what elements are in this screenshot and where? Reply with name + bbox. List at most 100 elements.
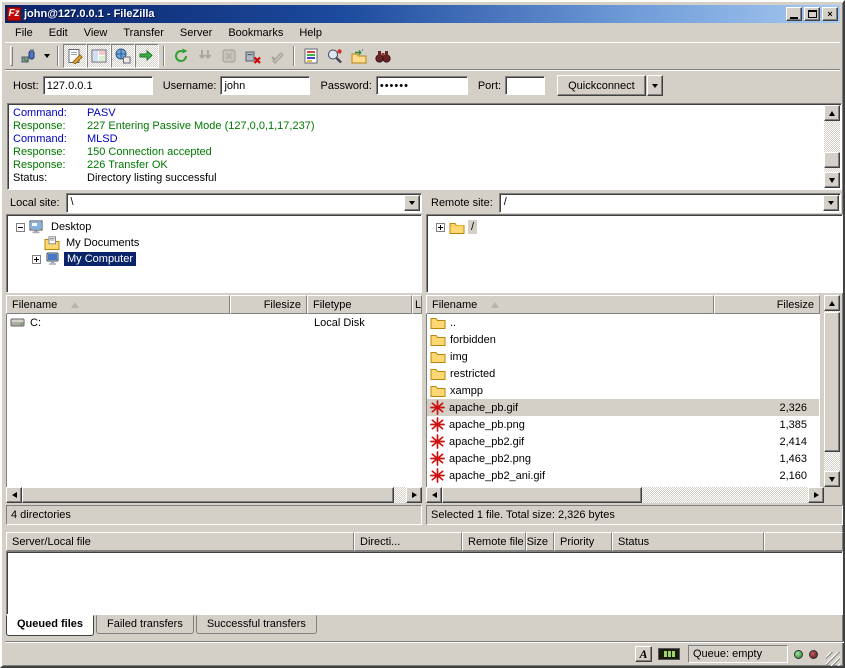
quickconnect-dropdown[interactable]	[647, 75, 663, 96]
remote-file-row[interactable]: restricted	[427, 365, 819, 382]
column-header-size[interactable]: Size	[526, 532, 554, 551]
local-file-row[interactable]: C: Local Disk	[7, 314, 421, 331]
port-input[interactable]	[505, 76, 545, 95]
local-site-combo[interactable]: \	[66, 193, 422, 213]
scroll-left-button[interactable]	[6, 487, 22, 503]
username-label: Username:	[163, 80, 217, 92]
site-manager-dropdown[interactable]	[40, 44, 53, 68]
close-button[interactable]: ×	[822, 7, 838, 21]
refresh-button[interactable]	[169, 44, 193, 68]
tree-item-root[interactable]: /	[428, 219, 841, 235]
toggle-remote-tree-button[interactable]	[111, 44, 135, 68]
column-header-server-local-file[interactable]: Server/Local file	[6, 532, 354, 551]
remote-file-row[interactable]: forbidden	[427, 331, 819, 348]
remote-file-row[interactable]: img	[427, 348, 819, 365]
quickconnect-button[interactable]: Quickconnect	[557, 75, 646, 96]
toolbar-separator	[293, 46, 295, 66]
filter-button[interactable]	[299, 44, 323, 68]
queue-header: Server/Local file Directi... Remote file…	[6, 532, 843, 551]
remote-file-row[interactable]: ..	[427, 314, 819, 331]
column-header-filetype[interactable]: Filetype	[307, 295, 412, 314]
tree-item-my-documents[interactable]: My Documents	[8, 235, 420, 251]
column-header-direction[interactable]: Directi...	[354, 532, 462, 551]
process-queue-button-disabled[interactable]	[193, 44, 217, 68]
tab-queued-files[interactable]: Queued files	[6, 615, 94, 636]
queue-list[interactable]	[6, 551, 843, 615]
column-header-remote-file[interactable]: Remote file	[462, 532, 526, 551]
remote-vscrollbar[interactable]	[824, 295, 840, 487]
local-site-dropdown[interactable]	[404, 195, 420, 211]
tab-failed-transfers[interactable]: Failed transfers	[96, 615, 194, 634]
toggle-queue-button[interactable]	[135, 44, 159, 68]
scroll-thumb[interactable]	[824, 312, 840, 452]
menu-bookmarks[interactable]: Bookmarks	[220, 25, 291, 41]
expand-icon[interactable]	[32, 255, 41, 264]
expand-icon[interactable]	[436, 223, 445, 232]
column-header-filename[interactable]: Filename	[426, 295, 714, 314]
menu-transfer[interactable]: Transfer	[115, 25, 172, 41]
toggle-log-button[interactable]	[63, 44, 87, 68]
scroll-up-button[interactable]	[824, 295, 840, 311]
scroll-up-button[interactable]	[824, 105, 840, 121]
column-header-lastmodified[interactable]: L	[412, 295, 422, 314]
dropdown-arrow-icon	[44, 54, 50, 58]
filetype-cell: Local Disk	[308, 317, 408, 329]
remote-status-text: Selected 1 file. Total size: 2,326 bytes	[431, 509, 615, 521]
toggle-local-tree-button[interactable]	[87, 44, 111, 68]
scroll-down-button[interactable]	[824, 471, 840, 487]
remote-file-row[interactable]: apache_pb2_ani.gif 2,160	[427, 467, 819, 484]
remote-file-row[interactable]: apache_pb.png 1,385	[427, 416, 819, 433]
log-scrollbar[interactable]	[824, 105, 840, 188]
minimize-button[interactable]	[786, 7, 802, 21]
column-header-status[interactable]: Status	[612, 532, 764, 551]
column-header-filesize[interactable]: Filesize	[230, 295, 307, 314]
scroll-thumb[interactable]	[22, 487, 394, 503]
column-header-filename[interactable]: Filename	[6, 295, 230, 314]
process-queue-icon	[197, 48, 213, 64]
scroll-left-button[interactable]	[426, 487, 442, 503]
column-header-empty	[764, 532, 843, 551]
tab-successful-transfers[interactable]: Successful transfers	[196, 615, 317, 634]
remote-site-combo[interactable]: /	[499, 193, 841, 213]
scroll-thumb[interactable]	[442, 487, 642, 503]
column-header-priority[interactable]: Priority	[554, 532, 612, 551]
maximize-button[interactable]	[804, 7, 820, 21]
username-input[interactable]	[220, 76, 310, 95]
menu-view[interactable]: View	[76, 25, 116, 41]
password-input[interactable]	[376, 76, 468, 95]
find-files-button[interactable]	[371, 44, 395, 68]
remote-file-row[interactable]: apache_pb2.png 1,463	[427, 450, 819, 467]
filesize-cell: 2,160	[719, 470, 819, 482]
menu-help[interactable]: Help	[291, 25, 330, 41]
app-icon: Fz	[7, 7, 21, 21]
disconnect-button[interactable]	[241, 44, 265, 68]
scroll-thumb[interactable]	[824, 152, 840, 168]
my-computer-icon	[45, 252, 61, 267]
resize-grip[interactable]	[826, 652, 840, 666]
scroll-down-button[interactable]	[824, 172, 840, 188]
column-header-filesize[interactable]: Filesize	[714, 295, 820, 314]
reconnect-button-disabled[interactable]	[265, 44, 289, 68]
remote-file-row-selected[interactable]: apache_pb.gif 2,326	[427, 399, 819, 416]
host-input[interactable]	[43, 76, 153, 95]
synchronized-browsing-button[interactable]	[347, 44, 371, 68]
directory-comparison-button[interactable]	[323, 44, 347, 68]
tree-item-my-computer[interactable]: My Computer	[8, 251, 420, 267]
activity-led-receive	[794, 650, 803, 659]
remote-tree-icon	[115, 48, 131, 64]
remote-hscrollbar[interactable]	[426, 487, 824, 503]
menu-file[interactable]: File	[7, 25, 41, 41]
menu-server[interactable]: Server	[172, 25, 220, 41]
remote-site-dropdown[interactable]	[823, 195, 839, 211]
remote-file-row[interactable]: apache_pb2.gif 2,414	[427, 433, 819, 450]
scroll-right-button[interactable]	[406, 487, 422, 503]
cancel-button-disabled[interactable]	[217, 44, 241, 68]
collapse-icon[interactable]	[16, 223, 25, 232]
tree-item-desktop[interactable]: Desktop	[8, 219, 420, 235]
site-manager-button[interactable]	[16, 44, 40, 68]
remote-file-row[interactable]: xampp	[427, 382, 819, 399]
scroll-right-button[interactable]	[808, 487, 824, 503]
local-hscrollbar[interactable]	[6, 487, 422, 503]
menu-edit[interactable]: Edit	[41, 25, 76, 41]
quickconnect-bar: Host: Username: Password: Port: Quickcon…	[5, 69, 840, 101]
